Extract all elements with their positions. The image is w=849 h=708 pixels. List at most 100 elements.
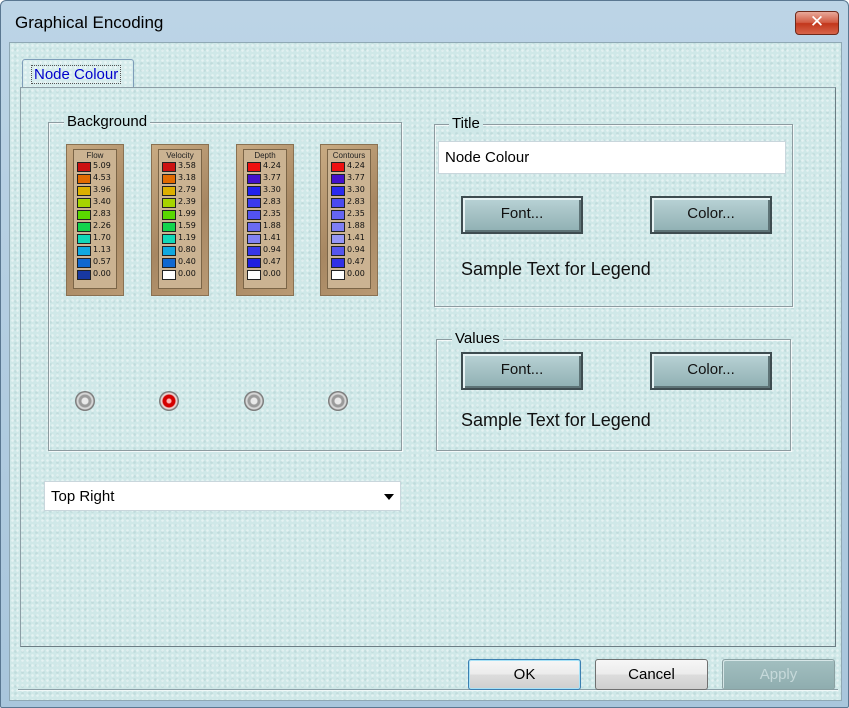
chevron-down-icon[interactable] — [384, 494, 394, 500]
legend-option-flow[interactable]: Flow 5.09 4.53 3.96 3.40 2.83 2.26 1.70 1.13 0.57… — [66, 144, 124, 296]
window-title: Graphical Encoding — [15, 13, 164, 32]
legend-value: 1.41 — [347, 233, 365, 242]
legend-value: 0.94 — [347, 245, 365, 254]
legend-position-select[interactable]: Top Right — [44, 481, 401, 511]
legend-swatch — [162, 174, 176, 184]
legend-swatch — [247, 198, 261, 208]
legend-title-input[interactable] — [438, 141, 786, 174]
dialog-client-area: Node Colour Background Flow 5.09 4.53 3.96 3… — [9, 42, 842, 701]
legend-swatch — [162, 198, 176, 208]
close-button[interactable]: ✕ — [795, 11, 839, 35]
legend-value: 0.57 — [93, 257, 111, 266]
legend-value: 1.19 — [178, 233, 196, 242]
legend-value: 1.13 — [93, 245, 111, 254]
legend-row: 3.96 — [77, 185, 119, 196]
legend-value: 4.53 — [93, 173, 111, 182]
legend-value: 3.77 — [347, 173, 365, 182]
legend-value: 2.35 — [347, 209, 365, 218]
legend-swatch — [247, 162, 261, 172]
legend-row: 1.88 — [247, 221, 289, 232]
legend-row: 0.94 — [331, 245, 373, 256]
legend-row: 0.40 — [162, 257, 204, 268]
dialog-window: Graphical Encoding ✕ Node Colour Backgro… — [0, 0, 849, 708]
legend-swatch — [247, 270, 261, 280]
legend-row: 3.40 — [77, 197, 119, 208]
legend-swatch — [77, 246, 91, 256]
legend-value: 3.30 — [347, 185, 365, 194]
legend-option-depth[interactable]: Depth 4.24 3.77 3.30 2.83 2.35 1.88 1.41 0.94 0.4… — [236, 144, 294, 296]
legend-value: 1.99 — [178, 209, 196, 218]
title-font-button[interactable]: Font... — [461, 196, 583, 234]
values-font-button[interactable]: Font... — [461, 352, 583, 390]
legend-panel: Contours 4.24 3.77 3.30 2.83 2.35 1.88 1.41 0.94… — [327, 149, 371, 289]
legend-row: 1.99 — [162, 209, 204, 220]
legend-swatch — [247, 186, 261, 196]
legend-swatch — [77, 162, 91, 172]
legend-option-velocity[interactable]: Velocity 3.58 3.18 2.79 2.39 1.99 1.59 1.19 0.80… — [151, 144, 209, 296]
legend-swatch — [331, 234, 345, 244]
radio-depth[interactable] — [244, 391, 264, 411]
radio-velocity[interactable] — [159, 391, 179, 411]
legend-value: 3.30 — [263, 185, 281, 194]
legend-swatch — [162, 222, 176, 232]
legend-row: 0.47 — [331, 257, 373, 268]
legend-value: 3.77 — [263, 173, 281, 182]
legend-value: 2.83 — [263, 197, 281, 206]
legend-row: 1.59 — [162, 221, 204, 232]
legend-value: 3.18 — [178, 173, 196, 182]
legend-value: 1.88 — [263, 221, 281, 230]
ok-button[interactable]: OK — [468, 659, 581, 690]
values-color-button[interactable]: Color... — [650, 352, 772, 390]
legend-value: 3.96 — [93, 185, 111, 194]
radio-contours[interactable] — [328, 391, 348, 411]
title-bar[interactable]: Graphical Encoding ✕ — [1, 1, 848, 41]
legend-swatch — [247, 174, 261, 184]
legend-swatch — [247, 258, 261, 268]
apply-button[interactable]: Apply — [722, 659, 835, 690]
legend-value: 1.41 — [263, 233, 281, 242]
legend-value: 0.80 — [178, 245, 196, 254]
legend-row: 2.83 — [331, 197, 373, 208]
cancel-button[interactable]: Cancel — [595, 659, 708, 690]
legend-swatch — [247, 234, 261, 244]
legend-swatch — [331, 174, 345, 184]
legend-row: 2.35 — [247, 209, 289, 220]
legend-option-contours[interactable]: Contours 4.24 3.77 3.30 2.83 2.35 1.88 1.41 0.94… — [320, 144, 378, 296]
legend-swatch — [162, 210, 176, 220]
legend-value: 0.00 — [263, 269, 281, 278]
legend-swatch — [247, 246, 261, 256]
legend-panel: Flow 5.09 4.53 3.96 3.40 2.83 2.26 1.70 1.13 0.57… — [73, 149, 117, 289]
legend-value: 1.59 — [178, 221, 196, 230]
legend-row: 0.80 — [162, 245, 204, 256]
legend-title-field[interactable] — [439, 142, 785, 173]
legend-value: 0.40 — [178, 257, 196, 266]
background-group: Background Flow 5.09 4.53 3.96 3.40 2.83 2.26 1… — [48, 113, 402, 451]
legend-value: 1.70 — [93, 233, 111, 242]
legend-row: 1.70 — [77, 233, 119, 244]
legend-row: 0.00 — [162, 269, 204, 280]
legend-title: Depth — [254, 151, 276, 160]
legend-swatch — [77, 174, 91, 184]
values-sample-text: Sample Text for Legend — [461, 410, 651, 430]
tab-node-colour[interactable]: Node Colour — [22, 59, 134, 87]
legend-value: 2.83 — [347, 197, 365, 206]
legend-value: 0.47 — [347, 257, 365, 266]
legend-row: 1.19 — [162, 233, 204, 244]
legend-row: 2.39 — [162, 197, 204, 208]
legend-row: 2.26 — [77, 221, 119, 232]
legend-title: Contours — [332, 151, 366, 160]
background-group-label: Background — [64, 113, 151, 130]
legend-swatch — [331, 162, 345, 172]
legend-row: 1.41 — [247, 233, 289, 244]
legend-value: 0.00 — [178, 269, 196, 278]
title-color-button[interactable]: Color... — [650, 196, 772, 234]
legend-swatch — [247, 210, 261, 220]
title-group-label: Title — [449, 115, 483, 132]
legend-swatch — [331, 258, 345, 268]
legend-swatch — [162, 162, 176, 172]
legend-swatch — [162, 258, 176, 268]
legend-row: 1.41 — [331, 233, 373, 244]
tab-page: Background Flow 5.09 4.53 3.96 3.40 2.83 2.26 1… — [20, 87, 836, 647]
legend-row: 2.83 — [247, 197, 289, 208]
radio-flow[interactable] — [75, 391, 95, 411]
